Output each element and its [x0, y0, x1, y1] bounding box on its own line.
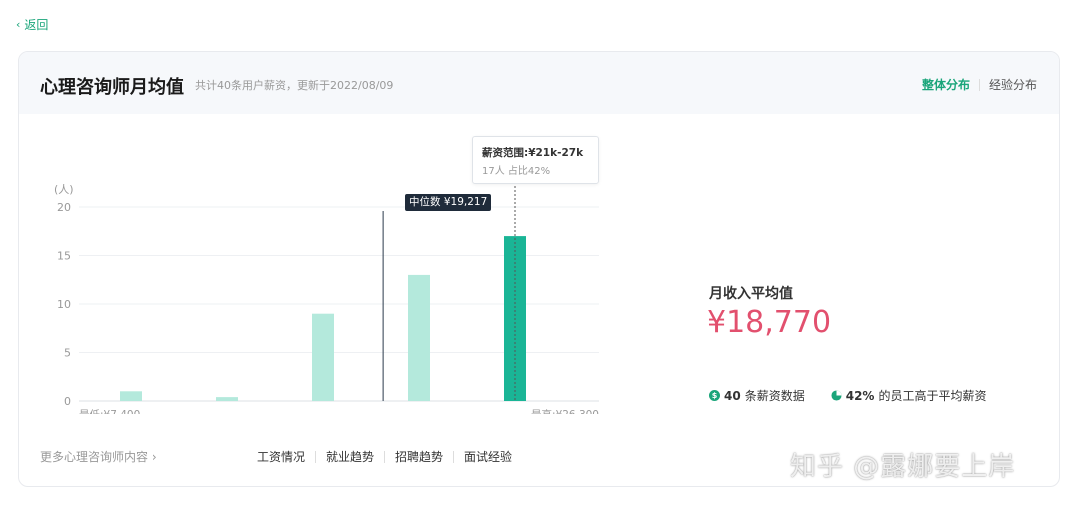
salary-card: 心理咨询师月均值 共计40条用户薪资，更新于2022/08/09 整体分布 经验… [18, 51, 1060, 487]
bar [120, 391, 142, 401]
bar [216, 397, 238, 401]
y-tick-label: 15 [57, 250, 71, 263]
y-tick-label: 0 [64, 395, 71, 408]
link-divider [315, 450, 317, 463]
tab-divider [978, 78, 980, 91]
page-title: 心理咨询师月均值 [40, 77, 184, 98]
fact-above-average-value: 42% [845, 388, 875, 403]
chevron-left-icon: ‹ [16, 18, 21, 31]
link-interview-experience[interactable]: 面试经验 [464, 448, 512, 465]
tooltip-detail: 17人 占比42% [482, 166, 551, 177]
y-unit-label: (人) [54, 183, 74, 196]
fact-record-count-text: 条薪资数据 [744, 389, 805, 403]
x-min-label: 最低:¥7,400 [79, 408, 140, 414]
summary-facts: $ 40 条薪资数据 42% 的员工高于平均薪资 [709, 387, 1012, 404]
tab-experience-distribution[interactable]: 经验分布 [989, 76, 1037, 93]
bar [408, 274, 430, 401]
median-label: 中位数 ¥19,217 [405, 194, 492, 211]
fact-record-count: $ 40 条薪资数据 [709, 387, 805, 404]
back-label: 返回 [24, 18, 49, 32]
y-tick-label: 5 [64, 347, 71, 360]
fact-above-average-text: 的员工高于平均薪资 [878, 389, 987, 403]
link-divider [384, 450, 386, 463]
fact-above-average: 42% 的员工高于平均薪资 [831, 387, 987, 404]
x-max-label: 最高:¥26,300 [531, 408, 599, 414]
tab-overall-distribution[interactable]: 整体分布 [922, 76, 970, 93]
more-content-link[interactable]: 更多心理咨询师内容 › [40, 448, 157, 465]
watermark: 知乎 @露娜要上岸 [790, 452, 1016, 482]
tooltip-range: 薪资范围:¥21k-27k [482, 147, 584, 159]
average-value: ¥18,770 [707, 305, 832, 340]
coin-icon: $ [709, 390, 720, 401]
fact-record-count-value: 40 [724, 388, 741, 403]
link-salary-info[interactable]: 工资情况 [257, 448, 305, 465]
bar [312, 313, 334, 401]
y-tick-label: 20 [57, 201, 71, 214]
average-label: 月收入平均值 [709, 286, 793, 302]
card-header: 心理咨询师月均值 共计40条用户薪资，更新于2022/08/09 整体分布 经验… [19, 52, 1059, 114]
page-subtitle: 共计40条用户薪资，更新于2022/08/09 [195, 79, 394, 92]
pie-icon [831, 390, 842, 401]
link-employment-trend[interactable]: 就业趋势 [326, 448, 374, 465]
y-tick-label: 10 [57, 298, 71, 311]
link-recruitment-trend[interactable]: 招聘趋势 [395, 448, 443, 465]
back-link[interactable]: ‹ 返回 [16, 16, 48, 33]
footer-links: 工资情况 就业趋势 招聘趋势 面试经验 [257, 448, 512, 465]
bar-tooltip: 薪资范围:¥21k-27k 17人 占比42% [472, 136, 599, 184]
distribution-tabs: 整体分布 经验分布 [922, 76, 1037, 93]
link-divider [453, 450, 455, 463]
